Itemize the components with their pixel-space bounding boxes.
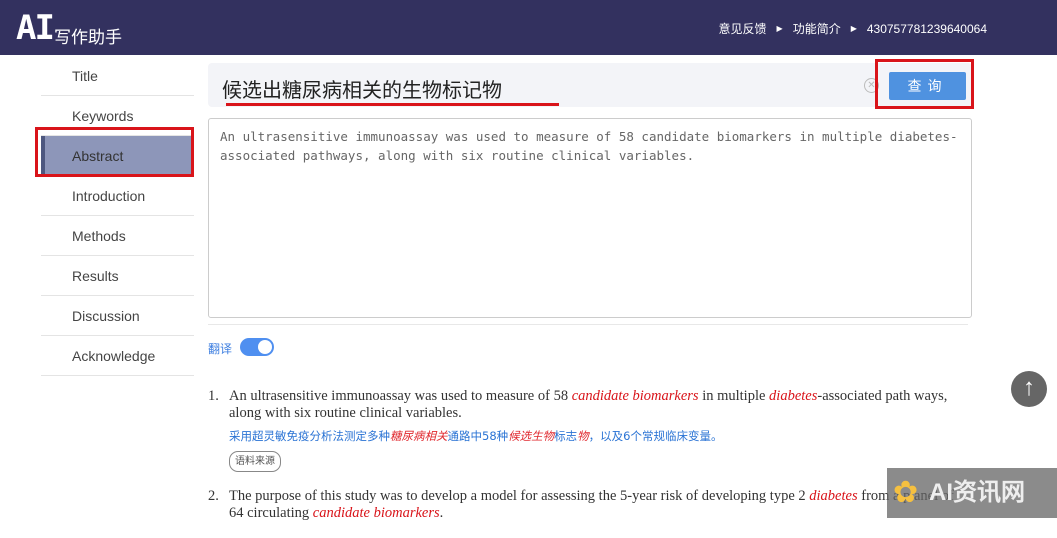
header-nav: 意见反馈 ▶ 功能简介 ▶ 430757781239640064 — [719, 20, 987, 37]
sidebar-item-introduction[interactable]: Introduction — [41, 176, 194, 216]
abstract-textarea[interactable]: An ultrasensitive immunoassay was used t… — [208, 118, 972, 318]
highlight-box-abstract — [35, 127, 194, 177]
logo-subtitle: 写作助手 — [54, 28, 122, 47]
results-list: 1. An ultrasensitive immunoassay was use… — [208, 388, 968, 538]
sidebar-item-results[interactable]: Results — [41, 256, 194, 296]
nav-feedback[interactable]: 意见反馈 — [719, 20, 767, 37]
divider — [208, 324, 968, 325]
nav-user-id[interactable]: 430757781239640064 — [867, 22, 987, 36]
query-input[interactable]: 候选出糖尿病相关的生物标记物 — [222, 74, 502, 103]
translate-label: 翻译 — [208, 342, 233, 356]
sidebar-item-acknowledge[interactable]: Acknowledge — [41, 336, 194, 376]
query-underline — [226, 103, 559, 106]
top-bar: AI 写作助手 意见反馈 ▶ 功能简介 ▶ 430757781239640064 — [0, 0, 1057, 55]
sidebar: Title Keywords Abstract Introduction Met… — [41, 56, 194, 376]
source-button[interactable]: 语料来源 — [229, 451, 281, 472]
highlight-box-query — [875, 59, 974, 109]
sidebar-item-title[interactable]: Title — [41, 56, 194, 96]
result-item: 1. An ultrasensitive immunoassay was use… — [208, 388, 968, 472]
scroll-top-icon[interactable]: ↑ — [1011, 371, 1047, 407]
sidebar-item-methods[interactable]: Methods — [41, 216, 194, 256]
sidebar-item-discussion[interactable]: Discussion — [41, 296, 194, 336]
result-text[interactable]: The purpose of this study was to develop… — [229, 488, 968, 522]
result-translation: 采用超灵敏免疫分析法测定多种糖尿病相关通路中58种候选生物标志物，以及6个常规临… — [229, 429, 723, 443]
translate-toggle[interactable] — [240, 338, 274, 356]
flower-icon: ✿ — [893, 476, 919, 509]
caret-right-icon: ▶ — [776, 24, 783, 33]
caret-right-icon: ▶ — [850, 24, 857, 33]
result-text[interactable]: An ultrasensitive immunoassay was used t… — [229, 388, 968, 422]
watermark-logo: ✿ AI资讯网 — [887, 468, 1057, 518]
result-item: 2. The purpose of this study was to deve… — [208, 488, 968, 522]
nav-intro[interactable]: 功能简介 — [793, 20, 841, 37]
logo: AI — [16, 8, 55, 48]
